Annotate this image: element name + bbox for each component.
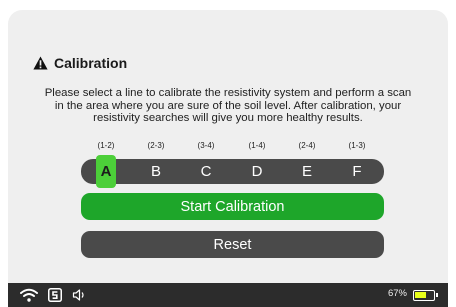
line-option-a[interactable]: A [96,155,116,188]
page-title: Calibration [54,55,128,71]
battery-percentage: 67% [387,288,407,299]
line-range-label: (1-3) [348,141,366,150]
warning-icon [33,56,48,70]
line-option-f[interactable]: F [342,159,372,184]
line-option-e[interactable]: E [292,159,322,184]
description-text: Please select a line to calibrate the re… [22,87,434,125]
s-app-icon [48,288,62,302]
line-range-label: (1-4) [248,141,266,150]
line-range-label: (2-4) [298,141,316,150]
description-line: Please select a line to calibrate the re… [44,87,412,99]
device-screen: Calibration Please select a line to cali… [8,10,448,307]
description-line: resistivity searches will give you more … [93,112,363,125]
description-line: in the area where you are sure of the so… [54,99,402,112]
wifi-icon [20,288,38,302]
title-row: Calibration [33,52,127,74]
volume-icon [72,289,84,301]
line-selector: A B C D E F [81,155,384,188]
line-range-labels: (1-2) (2-3) (3-4) (1-4) (2-4) (1-3) [81,141,384,153]
line-range-label: (3-4) [197,141,215,150]
line-option-b[interactable]: B [141,159,171,184]
reset-button[interactable]: Reset [81,231,384,258]
battery-level-fill [415,292,426,298]
battery-icon [413,290,438,301]
line-option-c[interactable]: C [191,159,221,184]
line-range-label: (1-2) [97,141,115,150]
status-bar: 67% [8,283,448,307]
line-option-d[interactable]: D [242,159,272,184]
start-calibration-button[interactable]: Start Calibration [81,193,384,220]
line-range-label: (2-3) [147,141,165,150]
